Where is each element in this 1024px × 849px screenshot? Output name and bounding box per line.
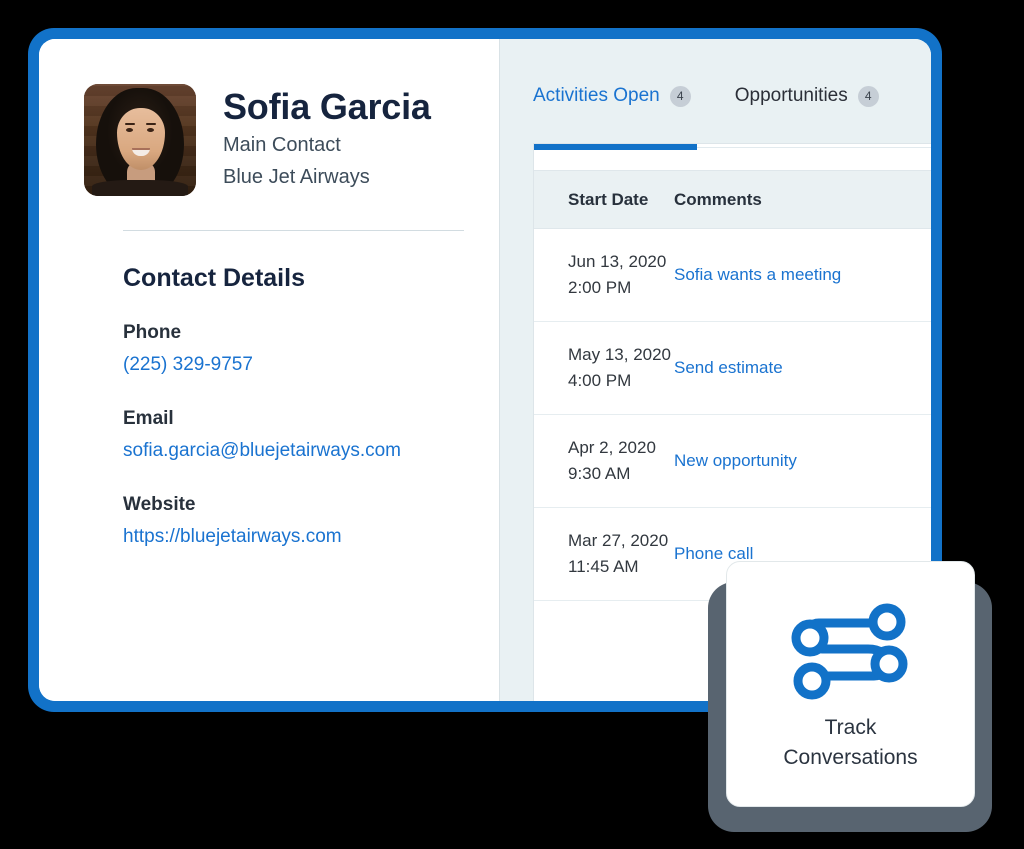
- avatar: [84, 84, 196, 196]
- active-tab-indicator: [534, 144, 697, 150]
- field-website-value[interactable]: https://bluejetairways.com: [123, 523, 342, 552]
- field-email-value[interactable]: sofia.garcia@bluejetairways.com: [123, 437, 401, 466]
- tab-activities-open-badge: 4: [669, 85, 691, 107]
- cell-date-text: May 13, 2020: [568, 344, 672, 364]
- tab-bar: Activities Open 4 Opportunities 4: [500, 85, 931, 107]
- table-row[interactable]: Jun 13, 2020 2:00 PM Sofia wants a meeti…: [534, 229, 931, 322]
- feature-card-title-line1: Track: [824, 715, 877, 739]
- section-divider: [123, 230, 464, 231]
- field-email: Email sofia.garcia@bluejetairways.com: [123, 406, 500, 465]
- cell-start-date: May 13, 2020 4:00 PM: [534, 342, 674, 395]
- tab-indicator-track: [697, 147, 931, 148]
- field-phone-label: Phone: [123, 322, 182, 343]
- contact-name: Sofia Garcia: [223, 86, 431, 127]
- cell-start-date: Jun 13, 2020 2:00 PM: [534, 249, 674, 302]
- contact-identity: Sofia Garcia Main Contact Blue Jet Airwa…: [84, 84, 500, 196]
- feature-card-title: Track Conversations: [783, 713, 917, 774]
- contact-role: Main Contact: [223, 134, 341, 157]
- field-phone: Phone (225) 329-9757: [123, 320, 500, 379]
- cell-comment[interactable]: New opportunity: [674, 451, 931, 471]
- field-website: Website https://bluejetairways.com: [123, 492, 500, 551]
- tab-activities-open[interactable]: Activities Open 4: [533, 85, 691, 107]
- cell-time-text: 11:45 AM: [568, 557, 639, 576]
- tab-opportunities-badge: 4: [857, 85, 879, 107]
- cell-comment[interactable]: Sofia wants a meeting: [674, 265, 931, 285]
- cell-date-text: Apr 2, 2020: [568, 437, 656, 457]
- field-website-label: Website: [123, 494, 196, 516]
- contact-company: Blue Jet Airways: [223, 166, 370, 189]
- tab-opportunities[interactable]: Opportunities 4: [735, 85, 879, 107]
- cell-start-date: Apr 2, 2020 9:30 AM: [534, 435, 674, 488]
- cell-date-text: Mar 27, 2020: [568, 530, 669, 550]
- screenshot-stage: Sofia Garcia Main Contact Blue Jet Airwa…: [0, 0, 1024, 849]
- tab-opportunities-label: Opportunities: [734, 85, 848, 106]
- cell-time-text: 9:30 AM: [568, 464, 631, 483]
- cell-time-text: 2:00 PM: [568, 278, 632, 297]
- field-email-label: Email: [123, 408, 174, 430]
- feature-card-title-line2: Conversations: [783, 746, 918, 769]
- identity-text-block: Sofia Garcia Main Contact Blue Jet Airwa…: [223, 84, 431, 192]
- cell-comment[interactable]: Send estimate: [674, 358, 931, 378]
- table-header-row: Start Date Comments: [534, 170, 931, 229]
- feature-card-track-conversations[interactable]: Track Conversations: [726, 561, 975, 807]
- conversation-route-icon: [791, 603, 907, 700]
- cell-start-date: Mar 27, 2020 11:45 AM: [534, 528, 674, 581]
- field-phone-value[interactable]: (225) 329-9757: [123, 351, 253, 380]
- table-row[interactable]: May 13, 2020 4:00 PM Send estimate: [534, 322, 931, 415]
- column-header-start-date[interactable]: Start Date: [534, 190, 674, 210]
- tab-activities-open-label: Activities Open: [533, 85, 660, 106]
- column-header-comments[interactable]: Comments: [674, 190, 931, 210]
- cell-date-text: Jun 13, 2020: [568, 251, 667, 271]
- table-row[interactable]: Apr 2, 2020 9:30 AM New opportunity: [534, 415, 931, 508]
- cell-time-text: 4:00 PM: [568, 371, 632, 390]
- contact-details-title: Contact Details: [123, 264, 305, 292]
- contact-panel: Sofia Garcia Main Contact Blue Jet Airwa…: [39, 39, 500, 701]
